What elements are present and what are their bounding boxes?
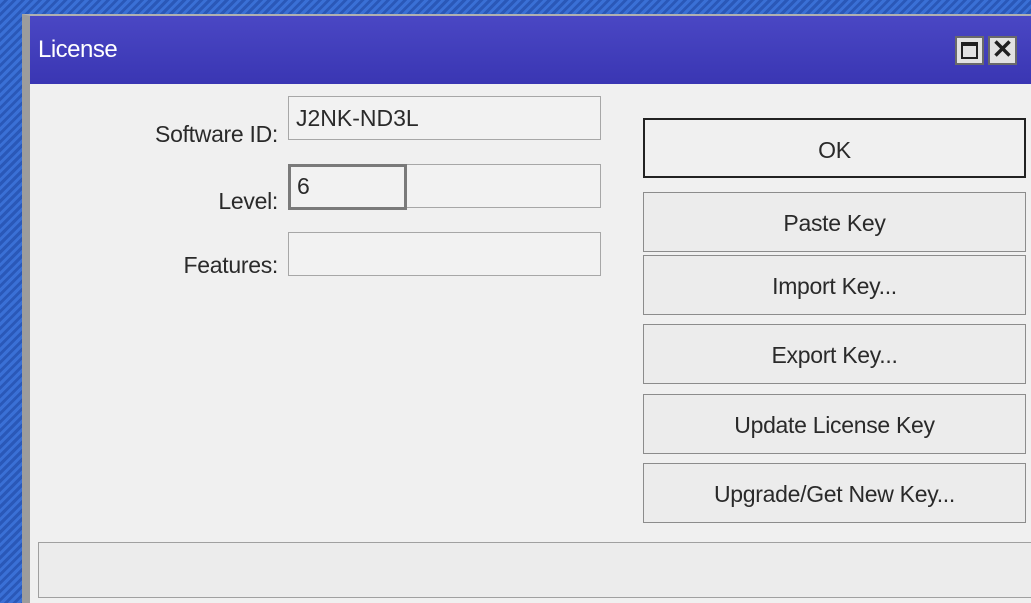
maximize-icon <box>961 42 978 59</box>
level-value: 6 <box>297 173 310 199</box>
export-key-button[interactable]: Export Key... <box>643 324 1026 384</box>
level-label: Level: <box>218 188 278 214</box>
maximize-button[interactable] <box>955 36 984 65</box>
features-label: Features: <box>183 252 279 278</box>
software-id-value: J2NK-ND3L <box>296 105 419 131</box>
license-window: License ✕ Software ID: J2NK-ND3L Level: … <box>22 14 1031 603</box>
import-key-button[interactable]: Import Key... <box>643 255 1026 315</box>
update-license-key-button[interactable]: Update License Key <box>643 394 1026 454</box>
title-bar[interactable]: License ✕ <box>30 16 1031 84</box>
features-field[interactable] <box>288 232 601 276</box>
close-icon: ✕ <box>991 34 1014 64</box>
window-title: License <box>38 36 118 63</box>
ok-button[interactable]: OK <box>643 118 1026 178</box>
paste-key-button[interactable]: Paste Key <box>643 192 1026 252</box>
upgrade-get-new-key-button[interactable]: Upgrade/Get New Key... <box>643 463 1026 523</box>
software-id-label: Software ID: <box>155 121 278 147</box>
software-id-field[interactable]: J2NK-ND3L <box>288 96 601 140</box>
close-button[interactable]: ✕ <box>988 34 1017 65</box>
level-input[interactable]: 6 <box>288 164 407 210</box>
status-bar <box>38 542 1031 598</box>
level-field[interactable]: 6 <box>288 164 601 210</box>
